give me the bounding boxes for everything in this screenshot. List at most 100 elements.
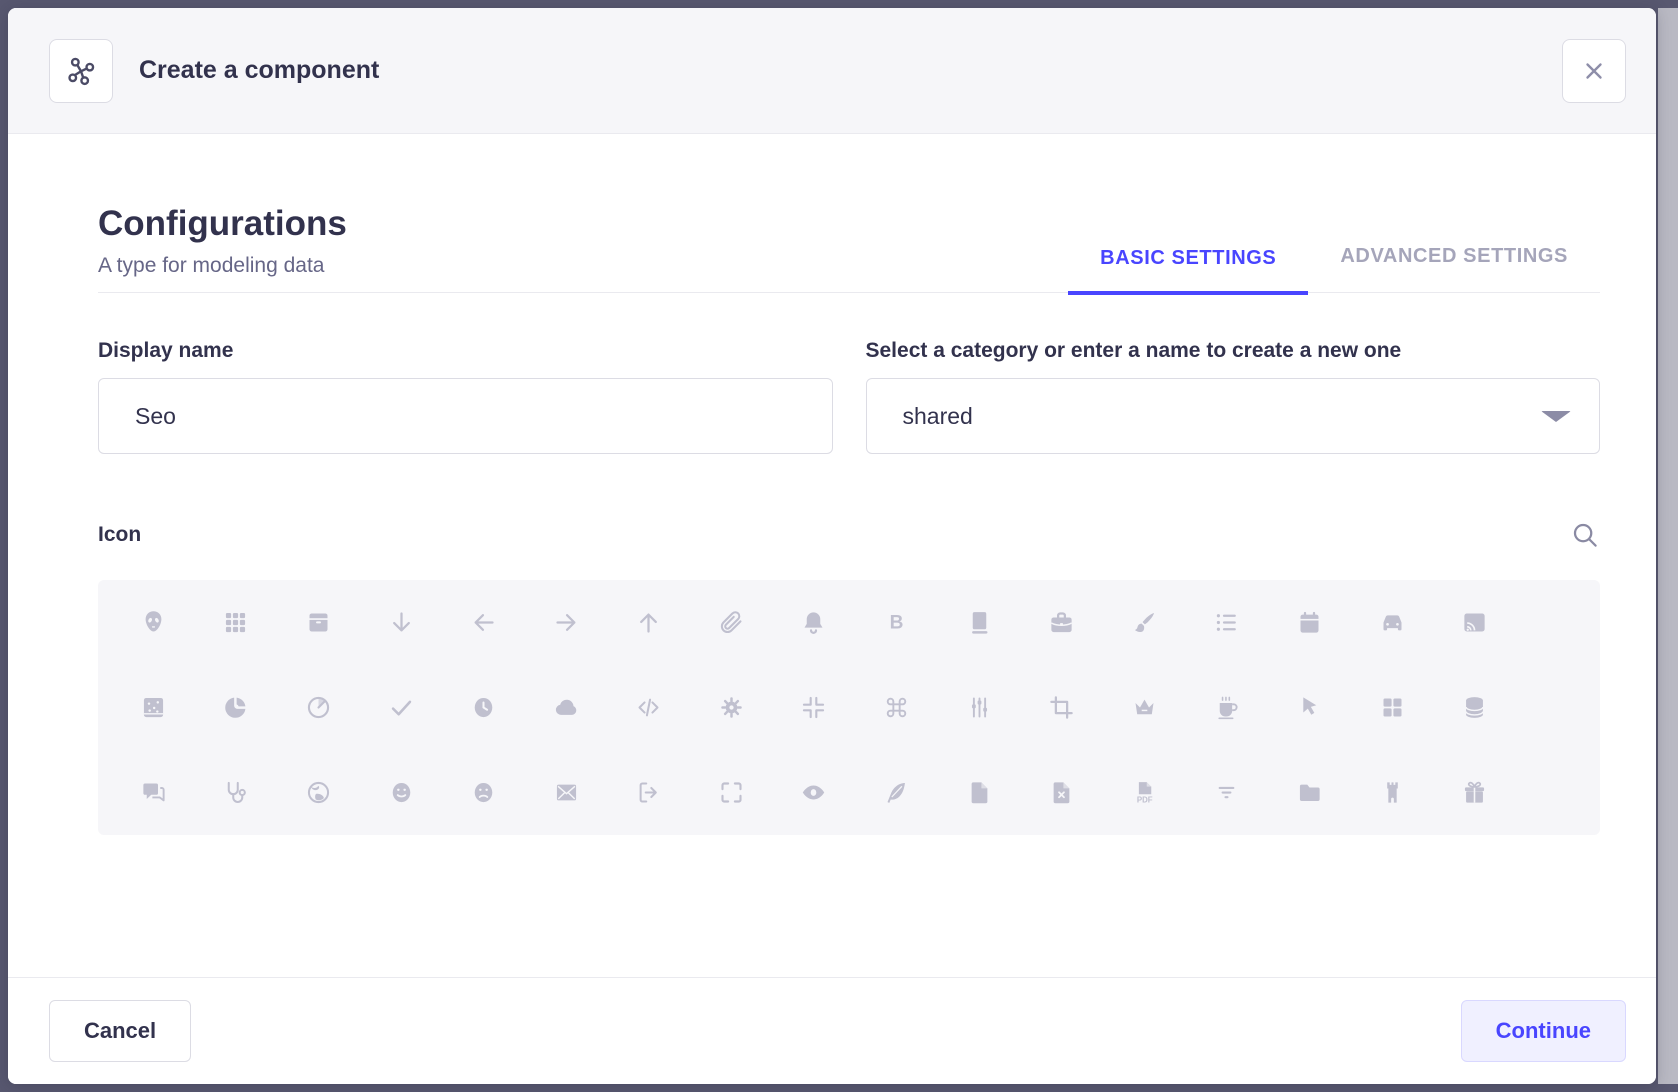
icon-option-gate[interactable] — [1351, 750, 1434, 835]
icon-option-filter[interactable] — [1186, 750, 1269, 835]
icon-option-book[interactable] — [938, 580, 1021, 665]
icon-option-command[interactable] — [855, 665, 938, 750]
bullet-list-icon — [1213, 609, 1240, 636]
icon-option-emotion-unhappy[interactable] — [442, 750, 525, 835]
icon-search-button[interactable] — [1570, 520, 1600, 550]
filter-icon — [1213, 779, 1240, 806]
icon-option-cast[interactable] — [1433, 580, 1516, 665]
icon-option-arrow-left[interactable] — [442, 580, 525, 665]
close-button[interactable] — [1562, 39, 1626, 103]
category-field: Select a category or enter a name to cre… — [866, 339, 1601, 454]
icon-option-folder[interactable] — [1268, 750, 1351, 835]
apps-icon — [222, 609, 249, 636]
icon-option-clock[interactable] — [442, 665, 525, 750]
tab-basic-settings[interactable]: BASIC SETTINGS — [1068, 245, 1308, 295]
icon-option-chart-pie[interactable] — [277, 665, 360, 750]
file-error-icon — [1048, 779, 1075, 806]
page-title: Configurations — [98, 204, 347, 244]
clock-icon — [470, 694, 497, 721]
icon-option-code[interactable] — [608, 665, 691, 750]
calendar-icon — [1296, 609, 1323, 636]
gate-icon — [1379, 779, 1406, 806]
icon-option-chart-bubble[interactable] — [112, 665, 195, 750]
icon-option-attachment[interactable] — [690, 580, 773, 665]
expand-icon — [718, 779, 745, 806]
icon-option-cursor[interactable] — [1268, 665, 1351, 750]
icon-option-envelop[interactable] — [525, 750, 608, 835]
icon-option-calendar[interactable] — [1268, 580, 1351, 665]
icon-option-archive[interactable] — [277, 580, 360, 665]
icon-option-collapse[interactable] — [773, 665, 856, 750]
background-scrollbar[interactable] — [1658, 8, 1678, 1084]
gift-icon — [1461, 779, 1488, 806]
icon-option-crown[interactable] — [1103, 665, 1186, 750]
file-pdf-icon: PDF — [1131, 779, 1158, 806]
create-component-modal: Create a component Configurations A type… — [8, 8, 1656, 1084]
bell-icon — [800, 609, 827, 636]
attachment-icon — [718, 609, 745, 636]
icon-option-gift[interactable] — [1433, 750, 1516, 835]
icon-option-chart-circle[interactable] — [195, 665, 278, 750]
icon-option-eye[interactable] — [773, 750, 856, 835]
icon-option-bullet-list[interactable] — [1186, 580, 1269, 665]
icon-option-file[interactable] — [938, 750, 1021, 835]
display-name-input[interactable] — [98, 378, 833, 454]
icon-option-briefcase[interactable] — [1020, 580, 1103, 665]
icon-option-cog[interactable] — [690, 665, 773, 750]
car-icon — [1379, 609, 1406, 636]
cloud-icon — [553, 694, 580, 721]
emotion-happy-icon — [388, 779, 415, 806]
cursor-icon — [1296, 694, 1323, 721]
icon-option-bell[interactable] — [773, 580, 856, 665]
icon-option-cup[interactable] — [1186, 665, 1269, 750]
earth-icon — [305, 779, 332, 806]
icon-option-check[interactable] — [360, 665, 443, 750]
tab-advanced-settings[interactable]: ADVANCED SETTINGS — [1308, 245, 1600, 292]
icon-option-brush[interactable] — [1103, 580, 1186, 665]
svg-text:PDF: PDF — [1137, 796, 1153, 805]
command-icon — [883, 694, 910, 721]
icon-option-feather[interactable] — [855, 750, 938, 835]
icon-option-exit[interactable] — [608, 750, 691, 835]
icon-option-car[interactable] — [1351, 580, 1434, 665]
brush-icon — [1131, 609, 1158, 636]
icon-option-arrow-right[interactable] — [525, 580, 608, 665]
category-select[interactable]: shared — [866, 378, 1601, 454]
settings-tabs: BASIC SETTINGS ADVANCED SETTINGS — [1068, 245, 1600, 292]
icon-option-database[interactable] — [1433, 665, 1516, 750]
icon-option-dashboard[interactable] — [1351, 665, 1434, 750]
icon-option-arrow-up[interactable] — [608, 580, 691, 665]
icon-option-emotion-happy[interactable] — [360, 750, 443, 835]
discuss-icon — [140, 779, 167, 806]
icon-grid: B PDF — [98, 580, 1600, 835]
section-head: Configurations A type for modeling data … — [98, 204, 1600, 293]
connector-icon — [966, 694, 993, 721]
icon-option-alien[interactable] — [112, 580, 195, 665]
icon-option-file-error[interactable] — [1020, 750, 1103, 835]
icon-option-connector[interactable] — [938, 665, 1021, 750]
display-name-field: Display name — [98, 339, 833, 454]
component-icon — [64, 54, 98, 88]
crown-icon — [1131, 694, 1158, 721]
arrow-up-icon — [635, 609, 662, 636]
continue-button[interactable]: Continue — [1461, 1000, 1626, 1062]
check-icon — [388, 694, 415, 721]
emotion-unhappy-icon — [470, 779, 497, 806]
icon-option-arrow-down[interactable] — [360, 580, 443, 665]
category-select-value: shared — [903, 403, 973, 430]
folder-icon — [1296, 779, 1323, 806]
cancel-button[interactable]: Cancel — [49, 1000, 191, 1062]
icon-option-earth[interactable] — [277, 750, 360, 835]
svg-text:B: B — [890, 613, 904, 634]
icon-option-file-pdf[interactable]: PDF — [1103, 750, 1186, 835]
icon-option-cloud[interactable] — [525, 665, 608, 750]
icon-option-discuss[interactable] — [112, 750, 195, 835]
icon-option-bold[interactable]: B — [855, 580, 938, 665]
briefcase-icon — [1048, 609, 1075, 636]
chart-pie-icon — [305, 694, 332, 721]
icon-option-expand[interactable] — [690, 750, 773, 835]
icon-option-crop[interactable] — [1020, 665, 1103, 750]
icon-option-doctor[interactable] — [195, 750, 278, 835]
icon-option-apps[interactable] — [195, 580, 278, 665]
section-titles: Configurations A type for modeling data — [98, 204, 347, 292]
